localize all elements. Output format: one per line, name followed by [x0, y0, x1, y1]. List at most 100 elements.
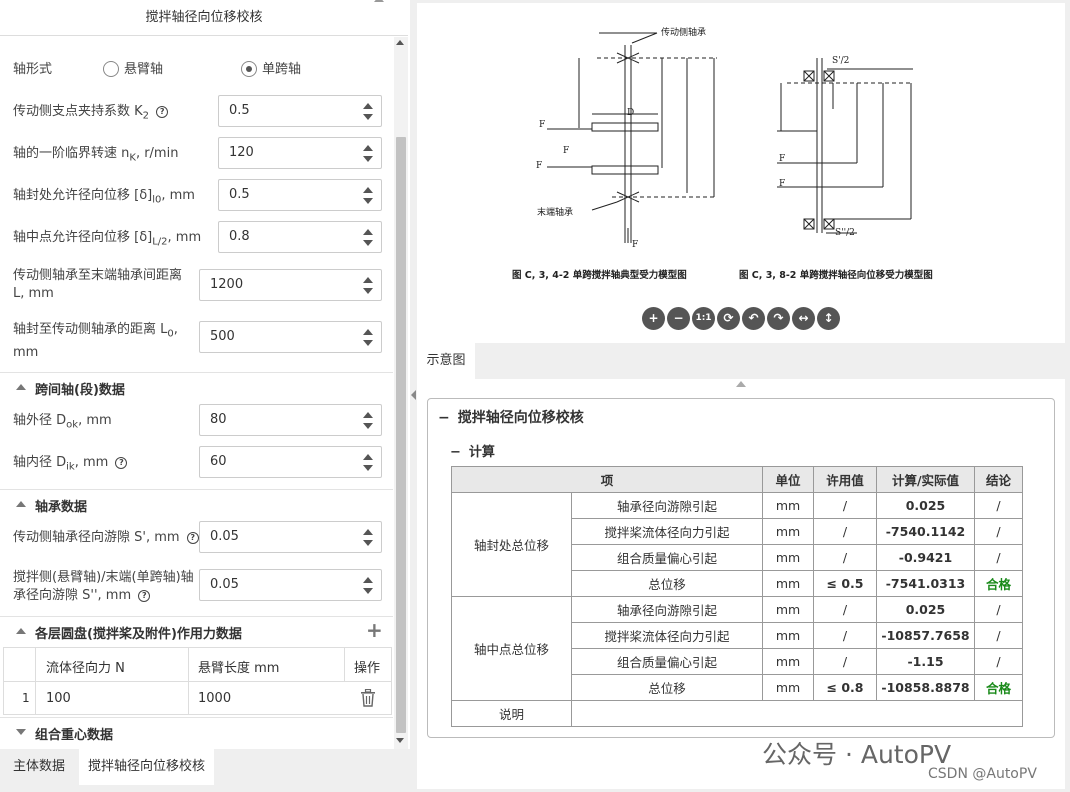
disk-table-header: 流体径向力 N 悬臂长度 mm 操作	[4, 648, 391, 682]
stepper-icon[interactable]	[363, 227, 373, 249]
diagram-viewer: F F F F D F F S'/2 S''/2 传动侧轴承 末端轴承 图 C, 3, 4…	[417, 3, 1065, 343]
shaft-form-row: 轴形式 悬臂轴 单跨轴	[0, 57, 393, 83]
end-clearance-input[interactable]: 0.05	[199, 569, 382, 601]
result-table: 项 单位 许用值 计算/实际值 结论 轴封处总位移 轴承径向游隙引起 mm/0.0…	[451, 466, 1023, 727]
field-label: 轴内径 Dik, mm ?	[13, 454, 128, 477]
rotate-right-icon[interactable]: ↷	[767, 307, 790, 330]
column-header: 流体径向力 N	[46, 661, 125, 676]
bearing-distance-input[interactable]: 1200	[199, 269, 382, 301]
help-icon[interactable]: ?	[156, 105, 169, 118]
flip-horizontal-icon[interactable]: ↔	[792, 307, 815, 330]
calc-title[interactable]: − 搅拌轴径向位移校核	[438, 407, 584, 427]
stepper-icon[interactable]	[363, 143, 373, 165]
help-icon[interactable]: ?	[138, 589, 151, 602]
column-header: 操作	[354, 661, 381, 676]
delete-icon[interactable]	[360, 689, 376, 707]
field-row-L: 传动侧轴承至末端轴承间距离 L, mm 1200	[0, 267, 393, 303]
mid-allow-input[interactable]: 0.8	[218, 221, 382, 253]
seal-allow-input[interactable]: 0.5	[218, 179, 382, 211]
svg-text:S'/2: S'/2	[832, 56, 849, 66]
inner-diameter-input[interactable]: 60	[199, 446, 382, 478]
field-row-dok: 轴外径 Dok, mm 80	[0, 404, 393, 436]
svg-text:S''/2: S''/2	[835, 228, 855, 238]
radio-single-span-label: 单跨轴	[262, 62, 302, 77]
outer-diameter-input[interactable]: 80	[199, 404, 382, 436]
splitter-up-icon[interactable]	[736, 381, 746, 387]
add-icon[interactable]: +	[366, 618, 383, 642]
figure-caption-right: 图 C, 3, 8-2 单跨搅拌轴径向位移受力模型图	[739, 269, 933, 281]
seal-distance-input[interactable]: 500	[199, 321, 382, 353]
critical-speed-input[interactable]: 120	[218, 137, 382, 169]
zoom-out-icon[interactable]: −	[667, 307, 690, 330]
drive-clearance-input[interactable]: 0.05	[199, 521, 382, 553]
scroll-down-icon[interactable]	[396, 738, 404, 743]
tab-radial-check[interactable]: 搅拌轴径向位移校核	[79, 749, 215, 785]
note-label: 说明	[451, 700, 572, 727]
field-label: 轴封至传动侧轴承的距离 L0, mm	[13, 322, 178, 360]
collapse-icon	[16, 628, 26, 634]
column-header: 悬臂长度 mm	[198, 661, 280, 676]
panel-title: 搅拌轴径向位移校核	[0, 0, 408, 36]
svg-text:F: F	[632, 240, 638, 250]
field-row-L0: 轴封至传动侧轴承的距离 L0, mm 500	[0, 321, 393, 361]
section-disk-header[interactable]: 各层圆盘(搅拌桨及附件)作用力数据 +	[0, 616, 393, 646]
field-label: 轴的一阶临界转速 nK, r/min	[13, 146, 179, 164]
tab-main-data[interactable]: 主体数据	[4, 749, 74, 785]
scrollbar[interactable]	[394, 37, 408, 749]
radio-cantilever-label: 悬臂轴	[124, 62, 164, 77]
help-icon[interactable]: ?	[186, 531, 199, 544]
watermark: 公众号 · AutoPV	[762, 740, 952, 769]
flip-vertical-icon[interactable]: ↕	[817, 307, 840, 330]
reset-icon[interactable]: ⟳	[717, 307, 740, 330]
drive-bearing-label: 传动侧轴承	[661, 26, 706, 38]
section-span-header[interactable]: 跨间轴(段)数据	[0, 372, 393, 402]
collapse-icon	[16, 501, 26, 507]
radio-cantilever[interactable]	[103, 61, 119, 77]
length-cell[interactable]: 1000	[198, 691, 231, 706]
scroll-up-icon[interactable]	[396, 40, 404, 45]
group-label: 轴封处总位移	[451, 492, 572, 597]
stepper-icon[interactable]	[363, 527, 373, 549]
stepper-icon[interactable]	[363, 275, 373, 297]
field-label: 传动侧支点夹持系数 K2 ?	[13, 103, 169, 126]
svg-text:D: D	[627, 108, 634, 118]
tab-schematic[interactable]: 示意图	[417, 343, 475, 379]
scrollbar-thumb[interactable]	[396, 137, 406, 733]
field-row-dik: 轴内径 Dik, mm ? 60	[0, 446, 393, 478]
stepper-icon[interactable]	[363, 575, 373, 597]
svg-text:F: F	[779, 154, 785, 164]
radio-single-span[interactable]	[241, 61, 257, 77]
k2-input[interactable]: 0.5	[218, 95, 382, 127]
figure-tabbar: 示意图	[417, 343, 1065, 379]
pass-badge: 合格	[974, 570, 1023, 597]
section-cg-header[interactable]: 组合重心数据	[0, 717, 393, 747]
svg-text:F: F	[563, 146, 569, 156]
force-cell[interactable]: 100	[46, 691, 71, 706]
table-header: 项 单位 许用值 计算/实际值 结论	[451, 466, 1023, 493]
rotate-left-icon[interactable]: ↶	[742, 307, 765, 330]
stepper-icon[interactable]	[363, 452, 373, 474]
stepper-icon[interactable]	[363, 327, 373, 349]
table-row: 说明	[451, 700, 1023, 727]
disk-table: 流体径向力 N 悬臂长度 mm 操作 1 100 1000	[3, 647, 392, 715]
field-row-nk: 轴的一阶临界转速 nK, r/min 120	[0, 137, 393, 169]
end-bearing-label: 末端轴承	[537, 206, 573, 218]
group-label: 轴中点总位移	[451, 596, 572, 701]
pass-badge: 合格	[974, 674, 1023, 701]
table-row: 1 100 1000	[4, 682, 391, 715]
section-bearing-header[interactable]: 轴承数据	[0, 489, 393, 519]
collapse-icon	[16, 384, 26, 390]
actual-size-icon[interactable]: 1:1	[692, 307, 715, 330]
force-model-diagram: F F F F D F F S'/2 S''/2 传动侧轴承 末端轴承 图 C, 3, 4…	[512, 26, 933, 281]
stepper-icon[interactable]	[363, 101, 373, 123]
stepper-icon[interactable]	[363, 185, 373, 207]
right-panel: F F F F D F F S'/2 S''/2 传动侧轴承 末端轴承 图 C, 3, 4…	[417, 3, 1065, 789]
svg-text:F: F	[536, 161, 542, 171]
stepper-icon[interactable]	[363, 410, 373, 432]
collapse-up-icon[interactable]	[374, 0, 384, 2]
calc-subtitle[interactable]: − 计算	[450, 441, 495, 460]
field-label: 轴外径 Dok, mm	[13, 413, 112, 431]
zoom-in-icon[interactable]: +	[642, 307, 665, 330]
help-icon[interactable]: ?	[115, 456, 128, 469]
splitter-collapse-icon[interactable]	[411, 390, 416, 400]
